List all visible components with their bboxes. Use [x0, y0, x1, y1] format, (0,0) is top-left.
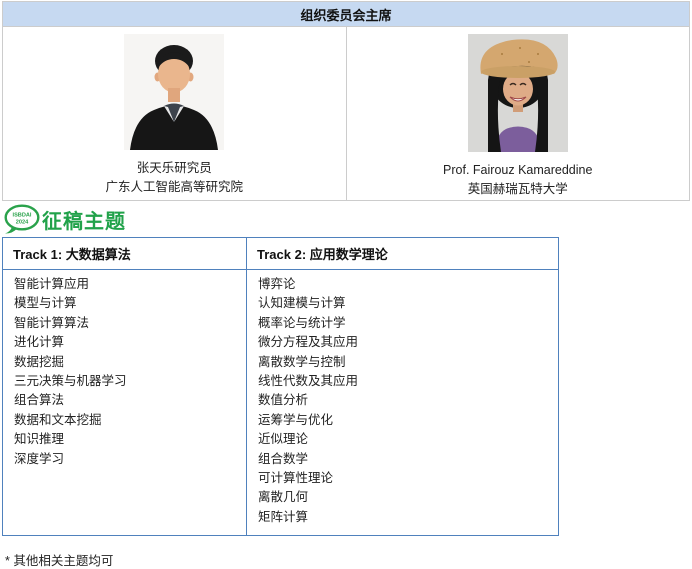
member-1-portrait-photo: [124, 34, 225, 150]
topic-item: 智能计算应用: [14, 277, 90, 291]
section-title: 征稿主题: [42, 210, 126, 233]
member-1-affiliation: 广东人工智能高等研究院: [105, 180, 243, 194]
topic-item: 进化计算: [14, 335, 65, 350]
topic-item: 组合数学: [258, 451, 309, 466]
member-2-portrait-photo: [467, 34, 568, 152]
track-1-header: Track 1: 大数据算法: [2, 237, 247, 270]
topic-item: 数据挖掘: [14, 354, 65, 369]
svg-text:2024: 2024: [16, 220, 29, 226]
topic-item: 认知建模与计算: [258, 296, 346, 311]
topic-item: 数据和文本挖掘: [14, 412, 102, 427]
track-1-topic-list: 智能计算应用 模型与计算智能计算算法 进化计算数据挖掘三元决策与机器学习 组合算法数据…: [14, 275, 240, 469]
member-1-name: 张天乐研究员: [136, 161, 212, 175]
tracks-table: Track 1: 大数据算法 Track 2: 应用数学理论 智能计算应用 模型与…: [2, 237, 559, 537]
topic-item: 近似理论: [258, 432, 309, 447]
topics-section-header: ISBDAI 2024 征稿主题: [3, 204, 692, 234]
track-1-topics-cell: 智能计算应用 模型与计算智能计算算法 进化计算数据挖掘三元决策与机器学习 组合算法数据…: [2, 268, 247, 537]
topic-item: 博弈论: [258, 277, 296, 291]
topic-item: 离散几何: [258, 490, 309, 505]
page: 组织委员会主席 张天乐研究员 广东人工智能高等研究院 Prof. Fairouz…: [0, 1, 692, 568]
member-2-name: Prof. Fairouz Kamareddine: [443, 163, 593, 177]
topic-item: 线性代数及其应用: [258, 374, 359, 389]
committee-member-cell-1: 张天乐研究员 广东人工智能高等研究院: [2, 26, 347, 201]
track-2-topic-list: 博弈论认知建模与计算 概率论与统计学 微分方程及其应用 离散数学与控制 线性代数及其应用…: [258, 275, 552, 527]
committee-table: 组织委员会主席 张天乐研究员 广东人工智能高等研究院 Prof. Fairouz…: [2, 1, 690, 201]
member-2-affiliation: 英国赫瑞瓦特大学: [467, 182, 568, 196]
topic-item: 概率论与统计学: [258, 315, 346, 330]
topic-item: 模型与计算: [14, 296, 77, 311]
svg-text:ISBDAI: ISBDAI: [13, 213, 32, 219]
footnote: * 其他相关主题均可: [5, 554, 114, 569]
committee-member-cell-2: Prof. Fairouz Kamareddine 英国赫瑞瓦特大学: [345, 26, 690, 201]
committee-title: 组织委员会主席: [2, 1, 690, 27]
topic-item: 知识推理: [14, 432, 65, 447]
topic-item: 智能计算算法: [14, 315, 90, 330]
topic-item: 矩阵计算: [258, 509, 309, 524]
topic-item: 离散数学与控制: [258, 354, 346, 369]
track-2-header: Track 2: 应用数学理论: [246, 237, 559, 270]
topic-item: 数值分析: [258, 393, 309, 408]
track-2-topics-cell: 博弈论认知建模与计算 概率论与统计学 微分方程及其应用 离散数学与控制 线性代数及其应用…: [246, 268, 559, 537]
topic-item: 可计算性理论: [258, 471, 334, 486]
topic-item: 运筹学与优化: [258, 412, 334, 427]
conference-logo-icon: ISBDAI 2024: [3, 204, 41, 234]
topic-item: 深度学习: [14, 451, 65, 466]
topic-item: 组合算法: [14, 393, 65, 408]
topic-item: 微分方程及其应用: [258, 335, 359, 350]
topic-item: 三元决策与机器学习: [14, 374, 127, 389]
